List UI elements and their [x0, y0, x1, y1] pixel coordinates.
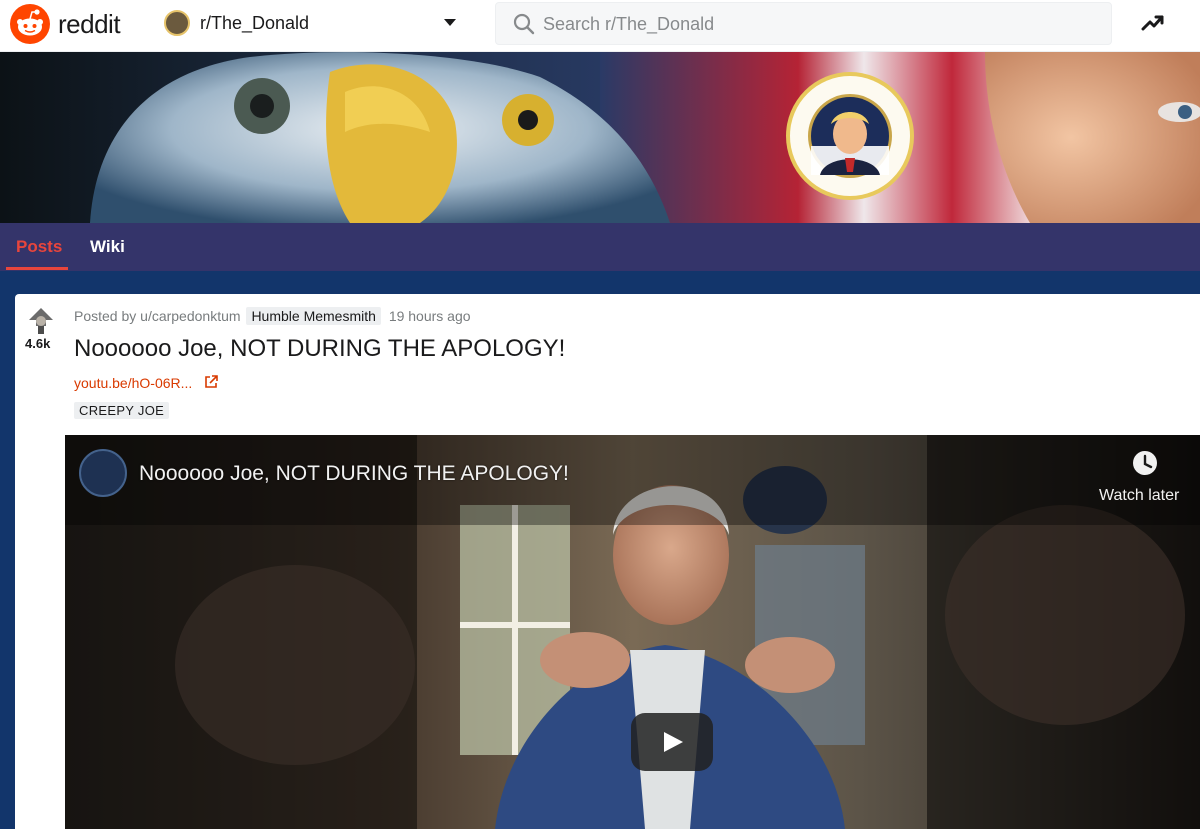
active-tab-indicator — [6, 267, 68, 270]
channel-avatar-icon[interactable] — [79, 449, 127, 497]
watch-later-label[interactable]: Watch later — [1099, 487, 1179, 505]
reddit-logo-icon[interactable] — [10, 4, 50, 44]
trending-icon[interactable] — [1140, 10, 1166, 36]
video-thumbnail — [65, 435, 1200, 829]
video-embed[interactable]: Noooooo Joe, NOT DURING THE APOLOGY! Wat… — [65, 435, 1200, 829]
post-flair[interactable]: CREEPY JOE — [74, 402, 170, 419]
search-input[interactable] — [543, 11, 1083, 37]
top-bar: reddit r/The_Donald — [0, 0, 1200, 52]
tab-wiki[interactable]: Wiki — [90, 237, 125, 257]
presidential-seal — [786, 72, 914, 200]
chevron-down-icon[interactable] — [444, 19, 456, 26]
post-title[interactable]: Noooooo Joe, NOT DURING THE APOLOGY! — [74, 335, 565, 363]
subreddit-icon — [164, 10, 190, 36]
external-link-icon[interactable] — [204, 375, 218, 389]
video-title[interactable]: Noooooo Joe, NOT DURING THE APOLOGY! — [139, 462, 569, 486]
post-meta: Posted by u/carpedonktum Humble Memesmit… — [74, 307, 471, 325]
clock-icon[interactable] — [1095, 449, 1195, 479]
search-icon — [513, 13, 535, 35]
post-link[interactable]: youtu.be/hO-06R... — [74, 375, 192, 391]
subreddit-banner — [0, 52, 1200, 223]
upvote-avatar-icon[interactable] — [26, 306, 56, 336]
subreddit-name[interactable]: r/The_Donald — [200, 13, 309, 34]
post-time[interactable]: 19 hours ago — [389, 308, 471, 324]
search-bar[interactable] — [495, 2, 1112, 45]
vote-score: 4.6k — [25, 336, 51, 351]
tab-posts[interactable]: Posts — [16, 237, 62, 257]
subreddit-nav: Posts Wiki — [0, 223, 1200, 271]
brand-wordmark[interactable]: reddit — [58, 9, 121, 40]
play-icon[interactable] — [631, 713, 713, 771]
user-flair: Humble Memesmith — [246, 307, 381, 325]
post-author[interactable]: Posted by u/carpedonktum — [74, 308, 241, 324]
